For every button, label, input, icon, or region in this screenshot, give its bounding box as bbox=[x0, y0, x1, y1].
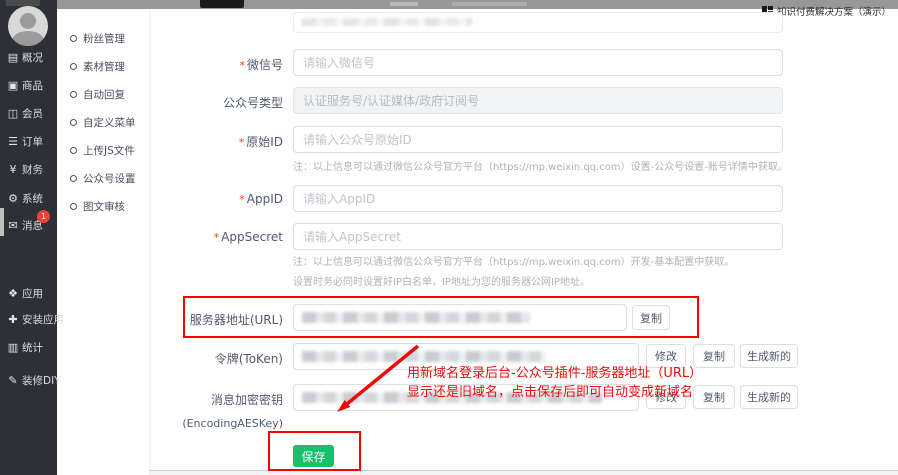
appsecret-label: *AppSecret bbox=[143, 230, 283, 244]
sidebar-item-label: 安装应用 bbox=[22, 312, 64, 327]
sidebar-item-label: 订单 bbox=[22, 134, 43, 149]
sidebar-item-system[interactable]: ⚙系统 bbox=[0, 190, 57, 206]
primary-sidebar: ▤概况 ▣商品 ◫会员 ☰订单 ¥财务 ⚙系统 ✉消息 1 ❖应用 ✚安装应用 … bbox=[0, 0, 57, 475]
submenu-item-fans[interactable]: 粉丝管理 bbox=[57, 31, 150, 45]
orders-cart-icon: ☰ bbox=[7, 135, 19, 148]
sidebar-item-label: 统计 bbox=[22, 340, 43, 355]
dashboard-icon: ▤ bbox=[7, 51, 19, 64]
ip-whitelist-note: 设置时务必同时设置好IP白名单，IP地址为您的服务器公网IP地址。 bbox=[293, 273, 590, 288]
required-asterisk: * bbox=[239, 59, 245, 72]
sidebar-item-overview[interactable]: ▤概况 bbox=[0, 49, 57, 65]
page-bottom-edge bbox=[150, 471, 898, 475]
submenu-item-upload-js[interactable]: 上传JS文件 bbox=[57, 143, 150, 157]
sidebar-item-stats[interactable]: ▥统计 bbox=[0, 339, 57, 355]
members-icon: ◫ bbox=[7, 107, 19, 120]
sidebar-item-label: 概况 bbox=[22, 50, 43, 65]
original-id-label: *原始ID bbox=[143, 133, 283, 150]
account-name-field-cutoff[interactable] bbox=[293, 12, 783, 33]
apps-icon: ❖ bbox=[7, 287, 19, 300]
sidebar-item-apps[interactable]: ❖应用 bbox=[0, 285, 57, 301]
circle-icon bbox=[70, 175, 77, 182]
aes-key-sublabel: (EncodingAESKey) bbox=[143, 417, 283, 430]
appsecret-input[interactable] bbox=[293, 223, 783, 250]
submenu-item-autoreply[interactable]: 自动回复 bbox=[57, 87, 150, 101]
sidebar-item-label: 财务 bbox=[22, 162, 43, 177]
account-info-note: 注：以上信息可以通过微信公众号官方平台（https://mp.weixin.qq… bbox=[293, 158, 788, 173]
sidebar-item-finance[interactable]: ¥财务 bbox=[0, 161, 57, 177]
sidebar-item-goods[interactable]: ▣商品 bbox=[0, 77, 57, 93]
blurred-token-value bbox=[302, 351, 546, 362]
submenu-item-label: 素材管理 bbox=[83, 59, 125, 74]
submenu-item-label: 公众号设置 bbox=[83, 171, 136, 186]
wechat-id-input[interactable] bbox=[293, 49, 783, 76]
account-type-input bbox=[293, 87, 783, 114]
circle-icon bbox=[70, 119, 77, 126]
message-count-badge: 1 bbox=[37, 210, 50, 223]
sidebar-item-orders[interactable]: ☰订单 bbox=[0, 133, 57, 149]
original-id-input[interactable] bbox=[293, 126, 783, 153]
wechat-id-label: *微信号 bbox=[143, 56, 283, 73]
required-asterisk: * bbox=[239, 136, 245, 149]
submenu-item-label: 自动回复 bbox=[83, 87, 125, 102]
sidebar-item-label: 商品 bbox=[22, 78, 43, 93]
annotation-line2: 显示还是旧域名，点击保存后即可自动变成新域名 bbox=[407, 383, 702, 402]
sidebar-item-diy[interactable]: ✎装修DIY bbox=[0, 372, 57, 388]
sidebar-item-label: 应用 bbox=[22, 286, 43, 301]
circle-icon bbox=[70, 63, 77, 70]
submenu-item-official-account-settings[interactable]: 公众号设置 bbox=[57, 171, 150, 185]
message-icon: ✉ bbox=[7, 219, 19, 232]
submenu-item-label: 图文审核 bbox=[83, 199, 125, 214]
server-url-copy-button[interactable]: 复制 bbox=[632, 305, 670, 330]
submenu-item-label: 上传JS文件 bbox=[83, 143, 135, 158]
secondary-sidebar: 粉丝管理 素材管理 自动回复 自定义菜单 上传JS文件 公众号设置 图文审核 bbox=[57, 10, 150, 475]
circle-icon bbox=[70, 203, 77, 210]
account-type-label: 公众号类型 bbox=[143, 94, 283, 111]
sidebar-item-install-app[interactable]: ✚安装应用 bbox=[0, 311, 57, 327]
annotation-line1: 用新域名登录后台-公众号插件-服务器地址（URL） bbox=[407, 364, 702, 383]
finance-yen-icon: ¥ bbox=[7, 163, 19, 176]
appid-label: *AppID bbox=[143, 192, 283, 206]
blurred-server-url-value bbox=[302, 312, 530, 323]
sidebar-item-label: 装修DIY bbox=[22, 373, 61, 388]
submenu-item-material[interactable]: 素材管理 bbox=[57, 59, 150, 73]
required-asterisk: * bbox=[239, 193, 245, 206]
circle-icon bbox=[70, 91, 77, 98]
goods-icon: ▣ bbox=[7, 79, 19, 92]
submenu-item-label: 自定义菜单 bbox=[83, 115, 136, 130]
annotation-text: 用新域名登录后台-公众号插件-服务器地址（URL） 显示还是旧域名，点击保存后即… bbox=[407, 364, 702, 402]
cutoff-text-fragment bbox=[6, 0, 40, 6]
avatar[interactable] bbox=[8, 6, 48, 46]
appid-input[interactable] bbox=[293, 185, 783, 212]
server-url-input[interactable] bbox=[293, 304, 627, 331]
circle-icon bbox=[70, 147, 77, 154]
dev-info-note: 注：以上信息可以通过微信公众号官方平台（https://mp.weixin.qq… bbox=[293, 253, 734, 268]
aes-key-label: 消息加密密钥 bbox=[143, 391, 283, 408]
required-asterisk: * bbox=[214, 231, 220, 244]
stats-icon: ▥ bbox=[7, 341, 19, 354]
sidebar-item-label: 会员 bbox=[22, 106, 43, 121]
submenu-item-label: 粉丝管理 bbox=[83, 31, 125, 46]
system-gear-icon: ⚙ bbox=[7, 192, 19, 205]
install-app-icon: ✚ bbox=[7, 313, 19, 326]
circle-icon bbox=[70, 35, 77, 42]
submenu-item-custom-menu[interactable]: 自定义菜单 bbox=[57, 115, 150, 129]
blurred-value bbox=[302, 18, 472, 26]
scroll-indicator bbox=[0, 208, 4, 236]
server-url-label: 服务器地址(URL) bbox=[143, 311, 283, 328]
submenu-item-article-review[interactable]: 图文审核 bbox=[57, 199, 150, 213]
save-button[interactable]: 保存 bbox=[293, 445, 334, 467]
token-label: 令牌(ToKen) bbox=[143, 350, 283, 367]
token-generate-button[interactable]: 生成新的 bbox=[740, 344, 798, 368]
sidebar-item-members[interactable]: ◫会员 bbox=[0, 105, 57, 121]
aes-generate-button[interactable]: 生成新的 bbox=[740, 385, 798, 409]
sidebar-item-label: 系统 bbox=[22, 191, 43, 206]
diy-tools-icon: ✎ bbox=[7, 374, 19, 387]
